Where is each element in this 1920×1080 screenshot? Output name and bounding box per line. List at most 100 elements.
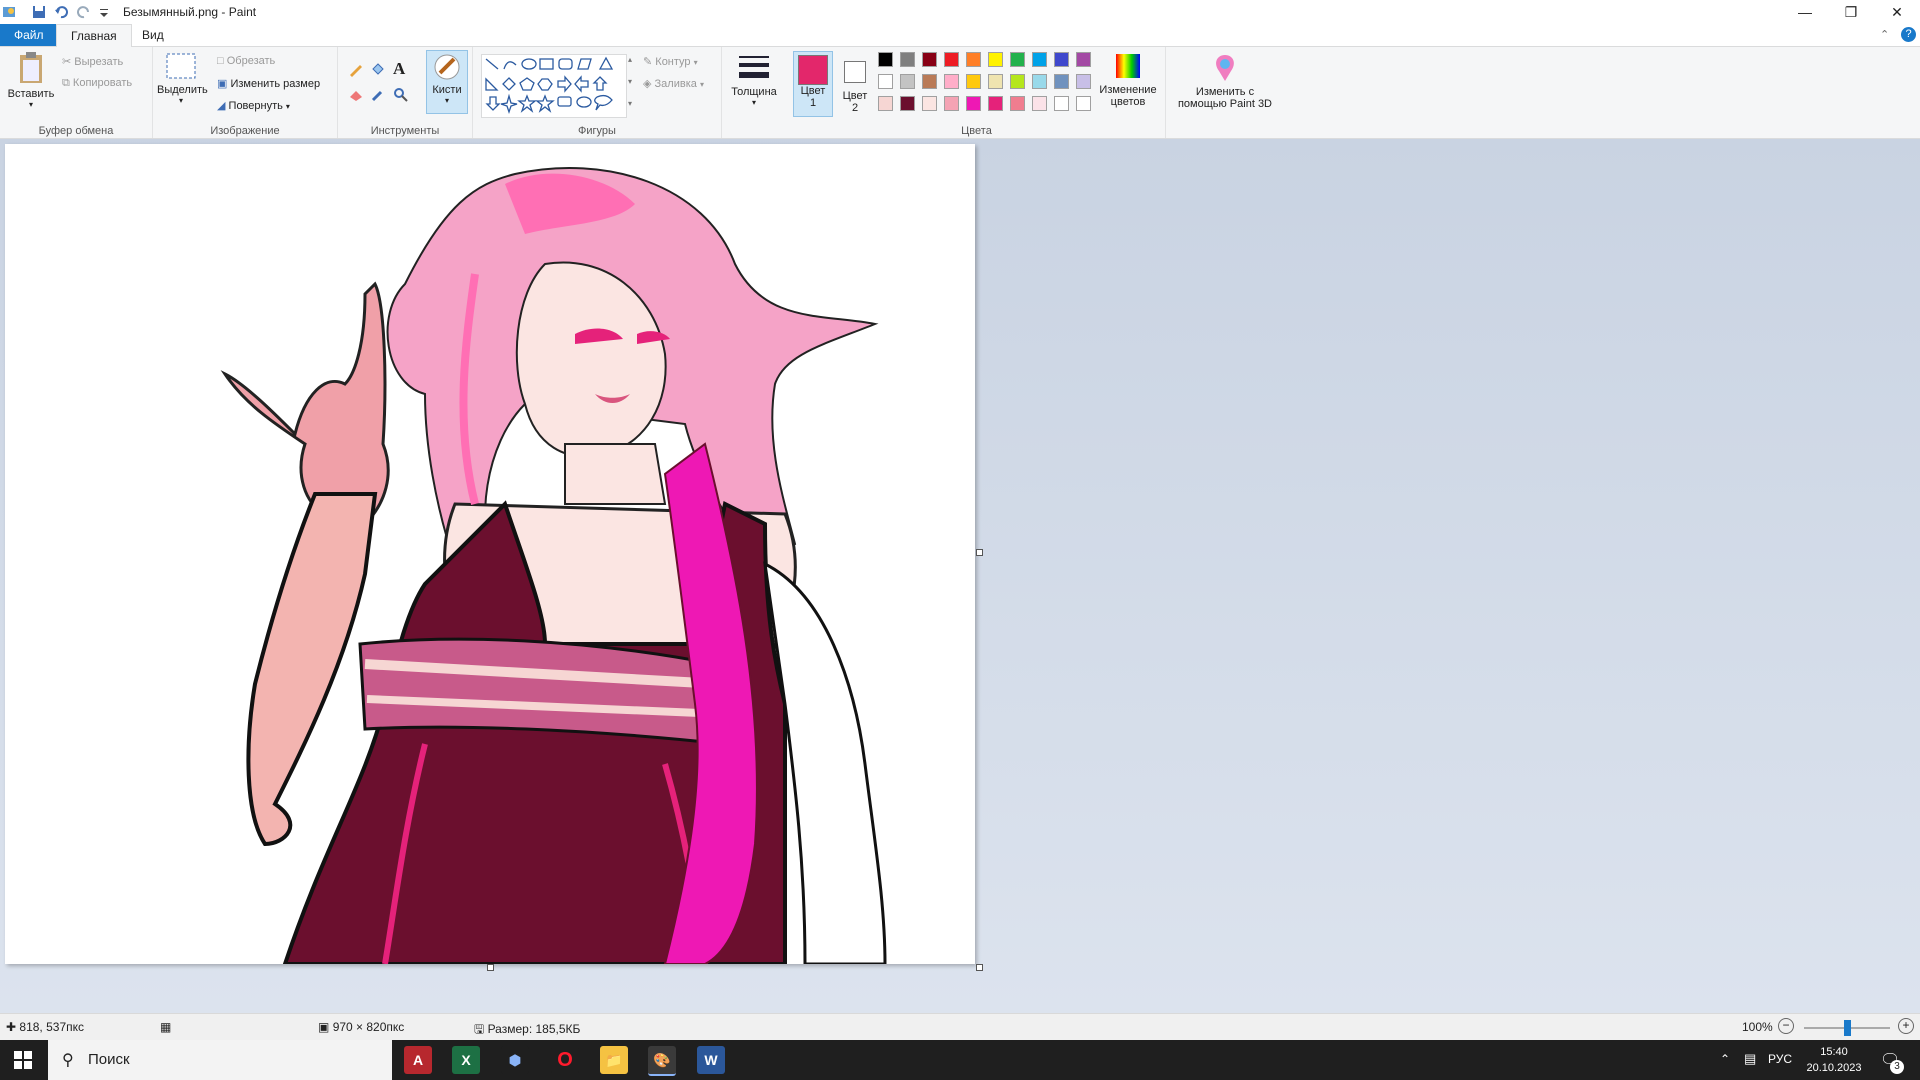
network-icon[interactable]: ▤ — [1744, 1051, 1756, 1067]
taskbar-search[interactable]: ⚲ Поиск — [48, 1040, 392, 1080]
fill-icon[interactable] — [370, 61, 386, 80]
magnifier-icon[interactable] — [393, 87, 409, 106]
palette-swatch[interactable] — [966, 52, 981, 67]
language-indicator[interactable]: РУС — [1768, 1052, 1792, 1066]
color1-button[interactable]: Цвет 1 — [793, 51, 833, 117]
palette-swatch[interactable] — [922, 96, 937, 111]
palette-swatch[interactable] — [944, 52, 959, 67]
palette-swatch[interactable] — [922, 52, 937, 67]
paint3d-button[interactable]: Изменить с помощью Paint 3D — [1168, 53, 1282, 110]
palette-swatch[interactable] — [988, 52, 1003, 67]
palette-swatch[interactable] — [878, 74, 893, 89]
palette-swatch[interactable] — [988, 96, 1003, 111]
undo-icon[interactable] — [54, 4, 68, 20]
zoom-out-icon[interactable]: − — [1778, 1018, 1794, 1034]
help-icon[interactable]: ? — [1901, 27, 1916, 42]
paste-button[interactable]: Вставить ▾ — [4, 51, 58, 109]
resize-handle-right[interactable] — [976, 549, 983, 556]
zoom-slider-thumb[interactable] — [1844, 1020, 1851, 1036]
tab-home[interactable]: Главная — [56, 24, 132, 47]
palette-swatch[interactable] — [900, 52, 915, 67]
palette-swatch[interactable] — [878, 96, 893, 111]
rotate-button[interactable]: ◢ Повернуть ▾ — [217, 99, 290, 112]
resize-handle-bottom[interactable] — [487, 964, 494, 971]
select-button[interactable]: Выделить ▾ — [157, 51, 208, 105]
palette-swatch[interactable] — [1032, 74, 1047, 89]
copy-button[interactable]: ⧉ Копировать — [62, 77, 132, 90]
paint-app-icon[interactable] — [2, 4, 18, 20]
minimize-icon: — — [1798, 4, 1812, 20]
fill-shape-icon: ◈ — [643, 78, 652, 90]
resize-button[interactable]: ▣ Изменить размер — [217, 77, 320, 90]
palette-swatch[interactable] — [900, 74, 915, 89]
customize-quick-access-icon[interactable] — [99, 4, 109, 20]
shapes-group: ▴ ▾ ▾ ✎ Контур ▾ ◈ Заливка ▾ Фигуры — [473, 47, 722, 138]
color-picker-icon[interactable] — [370, 87, 386, 106]
zoom-in-icon[interactable]: + — [1898, 1018, 1914, 1034]
color2-button[interactable]: Цвет 2 — [836, 51, 874, 115]
palette-swatch[interactable] — [1054, 74, 1069, 89]
palette-swatch[interactable] — [1032, 52, 1047, 67]
minimize-button[interactable]: — — [1782, 0, 1828, 24]
outline-icon: ✎ — [643, 56, 653, 68]
palette-swatch[interactable] — [1010, 96, 1025, 111]
outline-dropdown-icon: ▾ — [693, 58, 698, 67]
save-icon[interactable] — [32, 4, 46, 20]
palette-swatch[interactable] — [1010, 52, 1025, 67]
file-explorer-icon[interactable]: 📁 — [600, 1046, 628, 1074]
crop-button[interactable]: □ Обрезать — [217, 55, 275, 67]
redo-icon[interactable] — [77, 4, 91, 20]
palette-swatch[interactable] — [944, 74, 959, 89]
palette-swatch[interactable] — [1076, 74, 1091, 89]
brushes-button[interactable]: Кисти ▾ — [426, 50, 468, 114]
select-dropdown-icon[interactable]: ▾ — [157, 96, 205, 105]
palette-swatch[interactable] — [966, 96, 981, 111]
paste-dropdown-icon[interactable]: ▾ — [4, 100, 58, 109]
palette-swatch[interactable] — [1054, 52, 1069, 67]
zoom-slider[interactable] — [1804, 1020, 1890, 1036]
eraser-icon[interactable] — [348, 87, 364, 106]
shapes-scroll-up-icon[interactable]: ▴ — [628, 55, 632, 64]
palette-swatch[interactable] — [1076, 52, 1091, 67]
show-hidden-icons-icon[interactable]: ⌃ — [1720, 1052, 1730, 1066]
shapes-gallery[interactable] — [481, 54, 627, 118]
clock[interactable]: 15:40 20.10.2023 — [1806, 1044, 1862, 1076]
resize-handle-corner[interactable] — [976, 964, 983, 971]
palette-swatch[interactable] — [1054, 96, 1069, 111]
palette-swatch[interactable] — [878, 52, 893, 67]
tab-view[interactable]: Вид — [128, 24, 178, 46]
ribbon: Вставить ▾ ✂ Вырезать ⧉ Копировать Буфер… — [0, 47, 1920, 139]
word-app-icon[interactable]: W — [697, 1046, 725, 1074]
paint-taskbar-icon[interactable]: 🎨 — [648, 1046, 676, 1076]
close-button[interactable]: ✕ — [1874, 0, 1920, 24]
palette-swatch[interactable] — [1010, 74, 1025, 89]
outline-button[interactable]: ✎ Контур ▾ — [643, 55, 698, 68]
virtualbox-app-icon[interactable]: ⬢ — [501, 1046, 529, 1074]
edit-colors-button[interactable]: Изменение цветов — [1094, 51, 1162, 108]
restore-button[interactable]: ❐ — [1828, 0, 1874, 24]
shapes-expand-icon[interactable]: ▾ — [628, 99, 632, 108]
pencil-icon[interactable] — [348, 61, 364, 80]
palette-swatch[interactable] — [922, 74, 937, 89]
collapse-ribbon-icon[interactable]: ⌃ — [1880, 28, 1889, 41]
palette-swatch[interactable] — [966, 74, 981, 89]
tab-file[interactable]: Файл — [0, 24, 56, 46]
palette-swatch[interactable] — [900, 96, 915, 111]
copy-label: Копировать — [72, 77, 133, 89]
fill-shape-button[interactable]: ◈ Заливка ▾ — [643, 77, 704, 90]
shapes-scroll-down-icon[interactable]: ▾ — [628, 77, 632, 86]
text-icon[interactable]: A — [393, 59, 405, 79]
windows-start-icon[interactable] — [14, 1051, 32, 1072]
palette-swatch[interactable] — [1032, 96, 1047, 111]
drawing-canvas[interactable] — [5, 144, 975, 964]
palette-swatch[interactable] — [1076, 96, 1091, 111]
opera-app-icon[interactable]: O — [551, 1046, 579, 1074]
brushes-dropdown-icon: ▾ — [444, 96, 449, 105]
excel-app-icon[interactable]: X — [452, 1046, 480, 1074]
thickness-button[interactable]: Толщина ▾ — [724, 51, 784, 107]
palette-swatch[interactable] — [988, 74, 1003, 89]
access-app-icon[interactable]: A — [404, 1046, 432, 1074]
cut-button[interactable]: ✂ Вырезать — [62, 55, 123, 68]
palette-swatch[interactable] — [944, 96, 959, 111]
fill-shape-label: Заливка — [654, 78, 697, 90]
